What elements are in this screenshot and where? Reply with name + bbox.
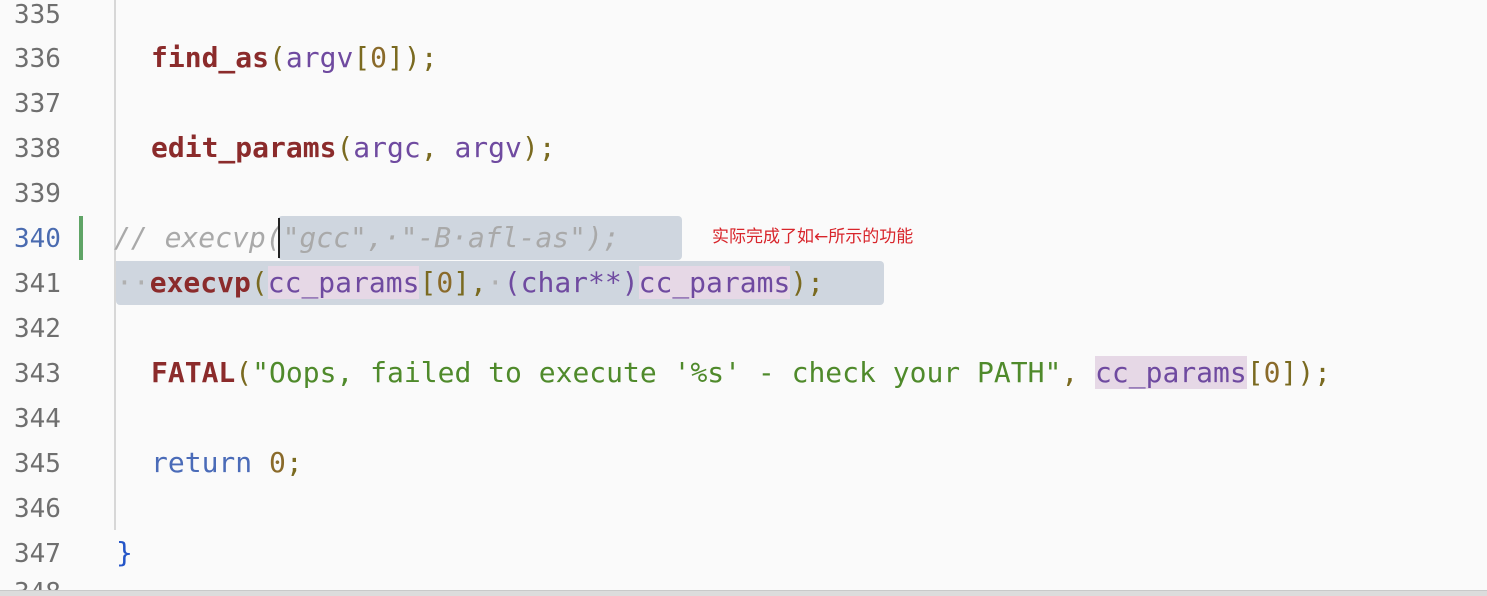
line-number: 345 [14,449,61,479]
keyword: return [151,446,253,479]
line-number: 336 [14,44,61,74]
highlighted-variable: cc_params [267,266,420,299]
code-comment: ("gcc",·"-B·afl-as"); [265,221,620,254]
line-number: 342 [14,314,61,344]
line-number: 343 [14,359,61,389]
line-number: 335 [14,0,61,30]
code-line-347[interactable]: } [116,536,133,570]
function-name: find_as [151,41,270,74]
closing-brace: } [116,536,133,569]
line-number: 337 [14,89,61,119]
string-literal: "Oops, failed to execute '%s' - check yo… [252,356,1062,389]
highlighted-variable: cc_params [638,266,791,299]
line-number: 338 [14,134,61,164]
code-line-341[interactable]: ··execvp(cc_params[0],·(char**)cc_params… [116,266,824,300]
code-line-336[interactable]: find_as(argv[0]); [151,41,438,75]
text-cursor [278,218,280,258]
annotation-note: 实际完成了如←所示的功能 [712,227,914,247]
highlighted-variable: cc_params [1095,356,1247,389]
code-comment: // execvp [114,221,266,254]
line-number: 339 [14,179,61,209]
line-number: 347 [14,539,61,569]
line-number: 341 [14,269,61,299]
function-name: execvp [149,266,251,299]
line-number: 344 [14,404,61,434]
code-line-345[interactable]: return 0; [151,446,303,480]
code-line-338[interactable]: edit_params(argc, argv); [151,131,556,165]
modified-line-indicator [79,216,83,260]
code-line-340[interactable]: // execvp("gcc",·"-B·afl-as"); [114,221,620,255]
code-editor[interactable]: 335 336 337 338 339 340 341 342 343 344 … [0,0,1487,591]
line-number: 346 [14,494,61,524]
function-name: edit_params [151,131,337,164]
line-number-gutter: 335 336 337 338 339 340 341 342 343 344 … [0,0,108,591]
code-line-343[interactable]: FATAL("Oops, failed to execute '%s' - ch… [151,356,1331,390]
horizontal-scrollbar[interactable] [0,590,1487,596]
function-name: FATAL [151,356,236,389]
line-number-active: 340 [14,224,61,254]
